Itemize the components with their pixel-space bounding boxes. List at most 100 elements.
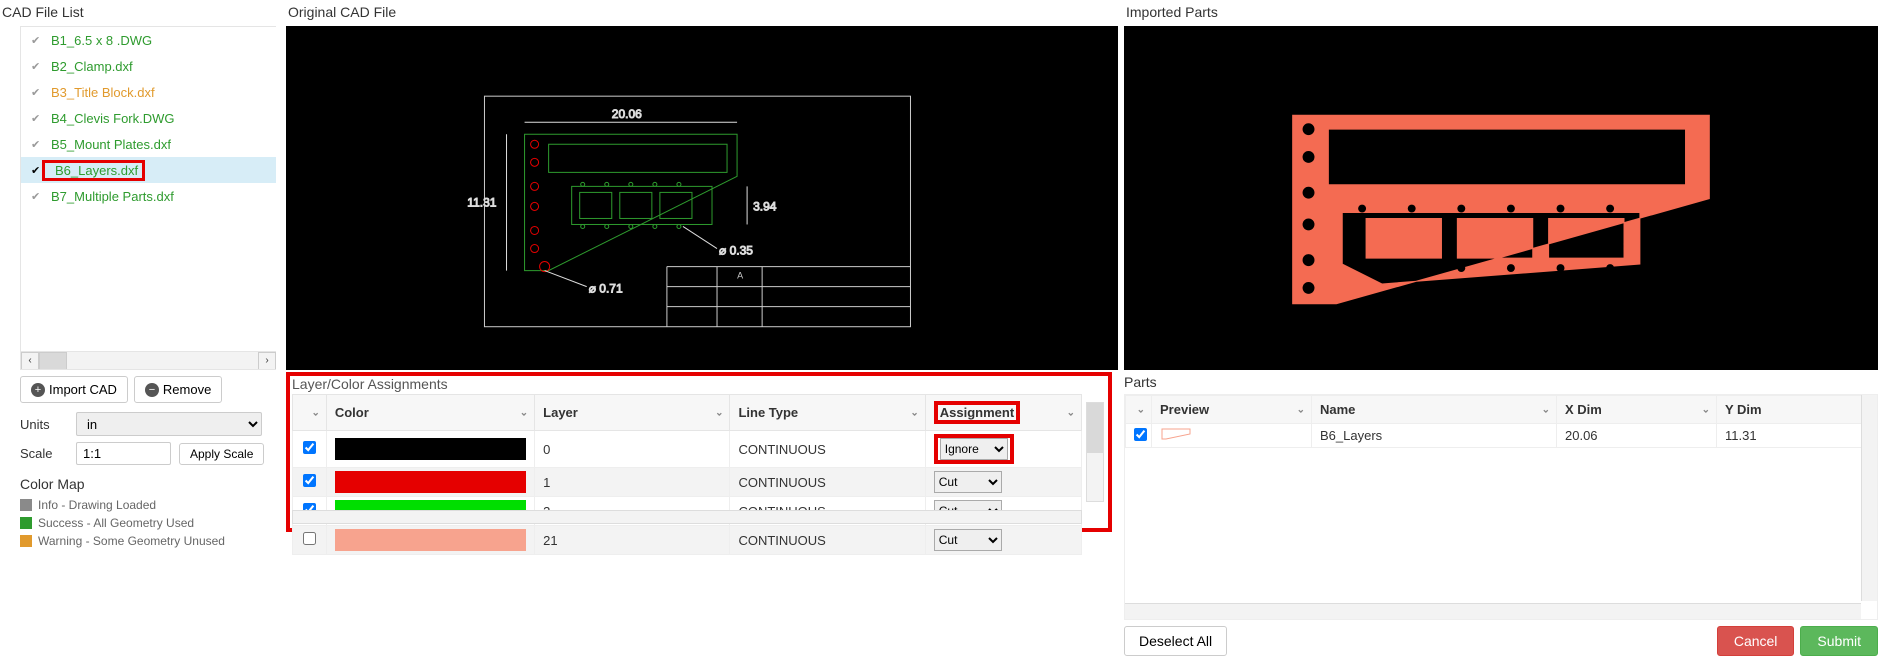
part-name: B6_Layers <box>1312 424 1557 448</box>
original-cad-panel: Original CAD File A <box>280 0 1118 370</box>
part-ydim: 11.31 <box>1717 424 1877 448</box>
imported-parts-panel: Imported Parts <box>1118 0 1878 370</box>
file-item-selected[interactable]: ✔ B6_Layers.dxf <box>21 157 276 183</box>
part-preview-thumb <box>1160 427 1196 441</box>
assignment-select[interactable]: Cut <box>934 471 1002 493</box>
col-select[interactable]: ⌄ <box>293 395 327 431</box>
assignments-table: ⌄ Color⌄ Layer⌄ Line Type⌄ Assignment ⌄ <box>292 394 1082 555</box>
table-row: 1 CONTINUOUS Cut <box>293 468 1082 497</box>
check-icon: ✔ <box>31 190 45 203</box>
col-preview[interactable]: Preview⌄ <box>1152 396 1312 424</box>
col-xdim[interactable]: X Dim⌄ <box>1557 396 1717 424</box>
color-map-title: Color Map <box>20 476 280 492</box>
check-icon: ✔ <box>31 138 45 151</box>
row-checkbox[interactable] <box>303 474 316 487</box>
chevron-down-icon: ⌄ <box>1702 404 1710 415</box>
svg-text:⌀ 0.35: ⌀ 0.35 <box>719 244 753 258</box>
scroll-left-icon[interactable]: ‹ <box>21 352 39 370</box>
parts-vscroll[interactable] <box>1861 395 1877 601</box>
parts-title: Parts <box>1124 372 1878 394</box>
file-item[interactable]: ✔ B5_Mount Plates.dxf <box>21 131 276 157</box>
units-select[interactable]: in <box>76 412 262 436</box>
chevron-down-icon: ⌄ <box>520 407 528 418</box>
chevron-down-icon: ⌄ <box>1542 404 1550 415</box>
scale-label: Scale <box>20 446 68 461</box>
chevron-down-icon: ⌄ <box>1297 404 1305 415</box>
legend-warning: Warning - Some Geometry Unused <box>20 532 280 550</box>
file-name: B7_Multiple Parts.dxf <box>45 189 174 204</box>
scale-input[interactable] <box>76 442 171 465</box>
row-checkbox[interactable] <box>303 441 316 454</box>
check-icon: ✔ <box>31 60 45 73</box>
imported-parts-title: Imported Parts <box>1124 0 1878 26</box>
layer-cell: 1 <box>535 468 730 497</box>
imported-part-drawing <box>1124 26 1878 363</box>
col-color[interactable]: Color⌄ <box>326 395 534 431</box>
assignments-vscroll[interactable] <box>1086 402 1104 502</box>
linetype-cell: CONTINUOUS <box>730 431 925 468</box>
swatch-grey-icon <box>20 499 32 511</box>
svg-text:A: A <box>737 271 743 281</box>
svg-text:3.94: 3.94 <box>753 199 777 213</box>
chevron-down-icon: ⌄ <box>1067 407 1075 418</box>
import-label: Import CAD <box>49 382 117 397</box>
col-name[interactable]: Name⌄ <box>1312 396 1557 424</box>
file-name: B2_Clamp.dxf <box>45 59 133 74</box>
file-item[interactable]: ✔ B3_Title Block.dxf <box>21 79 276 105</box>
file-name: B6_Layers.dxf <box>49 163 138 178</box>
deselect-all-button[interactable]: Deselect All <box>1124 626 1227 656</box>
color-swatch <box>335 438 526 460</box>
units-label: Units <box>20 417 68 432</box>
chevron-down-icon: ⌄ <box>910 407 918 418</box>
assignment-select[interactable]: Cut <box>934 529 1002 551</box>
file-item[interactable]: ✔ B1_6.5 x 8 .DWG <box>21 27 276 53</box>
check-icon: ✔ <box>31 34 45 47</box>
import-cad-button[interactable]: + Import CAD <box>20 376 128 403</box>
legend-success: Success - All Geometry Used <box>20 514 280 532</box>
col-layer[interactable]: Layer⌄ <box>535 395 730 431</box>
parts-hscroll[interactable] <box>1125 603 1861 619</box>
col-line-type[interactable]: Line Type⌄ <box>730 395 925 431</box>
legend-info: Info - Drawing Loaded <box>20 496 280 514</box>
original-cad-title: Original CAD File <box>286 0 1118 26</box>
row-checkbox[interactable] <box>303 532 316 545</box>
plus-icon: + <box>31 383 45 397</box>
file-item[interactable]: ✔ B2_Clamp.dxf <box>21 53 276 79</box>
imported-parts-viewer[interactable] <box>1124 26 1878 370</box>
col-assignment[interactable]: Assignment ⌄ <box>925 395 1081 431</box>
parts-table: ⌄ Preview⌄ Name⌄ X Dim⌄ Y Dim⌄ <box>1125 395 1877 448</box>
color-swatch <box>335 471 526 493</box>
chevron-down-icon: ⌄ <box>311 407 319 418</box>
file-item[interactable]: ✔ B7_Multiple Parts.dxf <box>21 183 276 209</box>
table-row[interactable]: B6_Layers 20.06 11.31 <box>1126 424 1877 448</box>
linetype-cell: CONTINUOUS <box>730 468 925 497</box>
col-select[interactable]: ⌄ <box>1126 396 1152 424</box>
layer-cell: 0 <box>535 431 730 468</box>
file-list-title: CAD File List <box>0 0 280 26</box>
submit-button[interactable]: Submit <box>1800 626 1878 656</box>
file-item[interactable]: ✔ B4_Clevis Fork.DWG <box>21 105 276 131</box>
scroll-right-icon[interactable]: › <box>258 352 276 370</box>
part-xdim: 20.06 <box>1557 424 1717 448</box>
apply-scale-button[interactable]: Apply Scale <box>179 443 264 465</box>
check-icon: ✔ <box>31 86 45 99</box>
swatch-green-icon <box>20 517 32 529</box>
file-name: B4_Clevis Fork.DWG <box>45 111 175 126</box>
assignment-select[interactable]: Ignore <box>940 438 1008 460</box>
row-checkbox[interactable] <box>1134 428 1147 441</box>
file-list-hscroll[interactable]: ‹ › <box>21 351 276 369</box>
col-ydim[interactable]: Y Dim⌄ <box>1717 396 1877 424</box>
file-name: B3_Title Block.dxf <box>45 85 155 100</box>
file-name: B1_6.5 x 8 .DWG <box>45 33 152 48</box>
table-row: 21 CONTINUOUS Cut <box>293 526 1082 555</box>
parts-panel: Parts ⌄ Preview⌄ Name⌄ X Dim⌄ Y Dim⌄ <box>1118 372 1878 656</box>
chevron-down-icon: ⌄ <box>715 407 723 418</box>
original-cad-viewer[interactable]: A <box>286 26 1118 370</box>
assignments-panel: Layer/Color Assignments ⌄ Color⌄ Layer⌄ … <box>280 372 1118 656</box>
remove-label: Remove <box>163 382 211 397</box>
minus-icon: − <box>145 383 159 397</box>
linetype-cell: CONTINUOUS <box>730 526 925 555</box>
cancel-button[interactable]: Cancel <box>1717 626 1795 656</box>
assignments-hscroll[interactable] <box>292 510 1082 524</box>
remove-button[interactable]: − Remove <box>134 376 222 403</box>
